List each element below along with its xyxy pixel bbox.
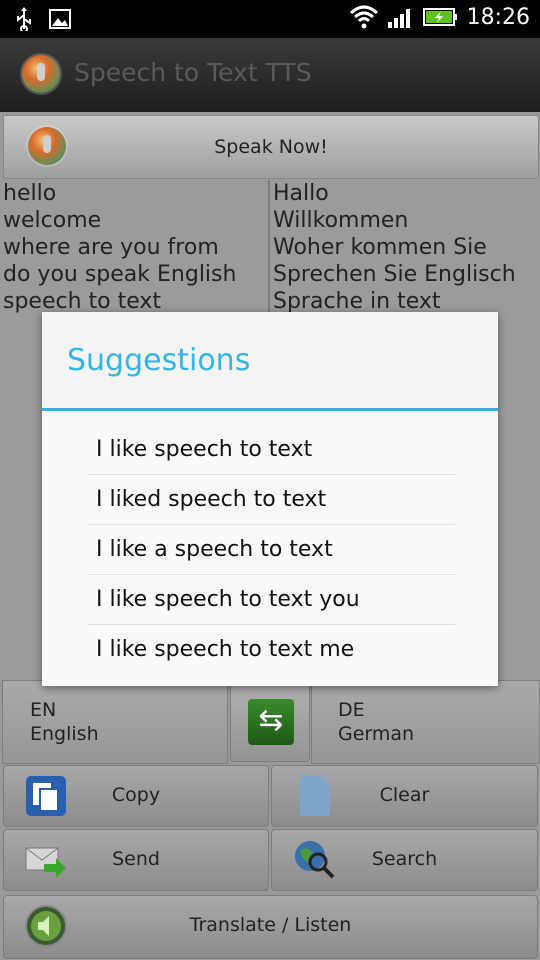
source-language-name: English bbox=[30, 723, 99, 745]
source-line: hello bbox=[3, 181, 57, 206]
target-line: Willkommen bbox=[273, 208, 409, 233]
source-line: where are you from bbox=[3, 235, 219, 260]
speak-now-label: Speak Now! bbox=[214, 136, 328, 158]
source-language-selector[interactable]: EN English bbox=[2, 680, 228, 764]
target-line: Sprache in text bbox=[273, 289, 441, 314]
swap-arrows-icon: ⇆ bbox=[248, 699, 294, 745]
send-button[interactable]: Send bbox=[3, 829, 269, 891]
search-button[interactable]: Search bbox=[271, 829, 538, 891]
suggestion-item[interactable]: I like speech to text bbox=[87, 425, 455, 475]
target-line: Hallo bbox=[273, 181, 329, 206]
target-language-code: DE bbox=[338, 699, 365, 721]
copy-label: Copy bbox=[111, 784, 161, 806]
suggestion-item[interactable]: I like speech to text you bbox=[87, 575, 455, 625]
source-language-code: EN bbox=[30, 699, 57, 721]
send-label: Send bbox=[112, 848, 160, 870]
app-title: Speech to Text TTS bbox=[74, 58, 312, 87]
source-line: do you speak English bbox=[3, 262, 237, 287]
suggestions-dialog: Suggestions I like speech to text I like… bbox=[42, 312, 498, 686]
target-language-selector[interactable]: DE German bbox=[311, 680, 540, 764]
search-label: Search bbox=[371, 848, 438, 870]
title-bar: Speech to Text TTS bbox=[0, 38, 540, 112]
clock: 18:26 bbox=[466, 4, 530, 30]
target-line: Woher kommen Sie bbox=[273, 235, 487, 260]
target-line: Sprechen Sie Englisch bbox=[273, 262, 516, 287]
suggestions-list: I like speech to text I liked speech to … bbox=[87, 425, 455, 674]
translate-listen-label: Translate / Listen bbox=[189, 914, 352, 936]
source-line: speech to text bbox=[3, 289, 162, 314]
clear-label: Clear bbox=[379, 784, 430, 806]
suggestion-item[interactable]: I liked speech to text bbox=[87, 475, 455, 525]
signal-icon bbox=[387, 9, 410, 28]
dialog-title: Suggestions bbox=[67, 343, 251, 378]
suggestion-item[interactable]: I like speech to text me bbox=[87, 625, 455, 674]
status-bar: 18:26 bbox=[0, 0, 540, 38]
copy-button[interactable]: Copy bbox=[3, 765, 269, 827]
image-icon bbox=[49, 9, 71, 29]
dialog-header: Suggestions bbox=[42, 312, 498, 411]
clear-button[interactable]: Clear bbox=[271, 765, 538, 827]
speak-now-button[interactable]: Speak Now! bbox=[3, 115, 539, 179]
suggestion-item[interactable]: I like a speech to text bbox=[87, 525, 455, 575]
translate-listen-button[interactable]: Translate / Listen bbox=[3, 895, 538, 959]
app-logo-icon bbox=[22, 55, 60, 93]
wifi-icon bbox=[349, 5, 378, 29]
target-language-name: German bbox=[338, 723, 415, 745]
source-line: welcome bbox=[3, 208, 102, 233]
swap-languages-button[interactable]: ⇆ bbox=[230, 684, 310, 762]
usb-icon bbox=[17, 7, 31, 31]
battery-charging-icon bbox=[422, 8, 457, 26]
